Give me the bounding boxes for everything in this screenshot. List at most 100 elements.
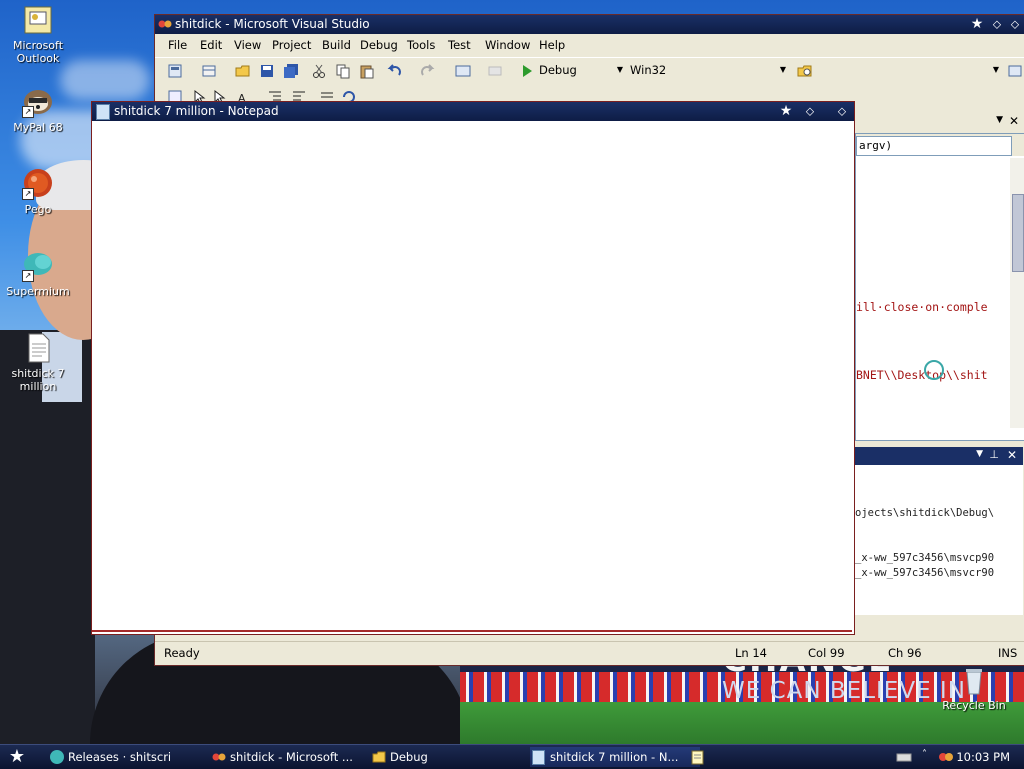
desktop-icon-supermium[interactable]: ↗ Supermium (0, 250, 76, 298)
notepad-window[interactable]: shitdick 7 million - Notepad ★ ⬦ ⬦ (91, 101, 855, 635)
save-all-icon[interactable] (283, 63, 299, 79)
desktop-icon-outlook[interactable]: Microsoft Outlook (0, 4, 76, 65)
pin-icon[interactable]: ⊥ (989, 448, 999, 461)
system-tray: ˄ 10:03 PM (884, 745, 1024, 769)
desktop-icon-label: shitdick 7 million (11, 367, 65, 393)
editor-vertical-scrollbar[interactable] (1010, 158, 1024, 428)
shortcut-arrow-icon: ↗ (22, 270, 34, 282)
find-icon[interactable] (487, 63, 503, 79)
folder-icon (372, 751, 386, 763)
paste-icon[interactable] (359, 63, 375, 79)
outlook-icon (22, 4, 54, 36)
restore-icon[interactable]: ⬦ (989, 17, 1005, 32)
toolbar-overflow-icon[interactable] (1007, 63, 1023, 79)
quick-launch-notepad-icon[interactable] (690, 749, 706, 765)
keyboard-icon[interactable] (896, 751, 912, 763)
notepad-title-bar[interactable]: shitdick 7 million - Notepad ★ ⬦ ⬦ (92, 102, 854, 121)
chevron-up-icon[interactable]: ˄ (922, 749, 927, 760)
save-icon[interactable] (259, 63, 275, 79)
star-icon[interactable]: ★ (969, 17, 985, 32)
solution-config-value: Debug (539, 63, 577, 77)
menu-test[interactable]: Test (448, 38, 471, 52)
output-line: _x-ww_597c3456\msvcr90 (855, 567, 995, 579)
visual-studio-icon (212, 753, 226, 761)
taskbar-item-debug-folder[interactable]: Debug (370, 747, 540, 767)
status-column: Col 99 (808, 646, 845, 660)
close-icon[interactable]: ⬦ (1007, 17, 1023, 32)
menu-debug[interactable]: Debug (360, 38, 398, 52)
member-navigation-bar: argv) (856, 134, 1024, 156)
menu-edit[interactable]: Edit (200, 38, 222, 52)
taskbar-item-visual-studio[interactable]: shitdick - Microsoft ... (210, 747, 380, 767)
notepad-text-area[interactable] (92, 121, 852, 632)
menu-tools[interactable]: Tools (407, 38, 435, 52)
chevron-down-icon[interactable]: ▼ (996, 115, 1003, 125)
copy-icon[interactable] (335, 63, 351, 79)
open-folder-icon[interactable] (235, 63, 251, 79)
menu-window[interactable]: Window (485, 38, 530, 52)
desktop-icon-recycle-bin[interactable]: Recycle Bin (936, 664, 1012, 712)
chevron-down-icon: ▼ (616, 65, 623, 74)
member-dropdown[interactable]: argv) (856, 136, 1012, 156)
find-combo[interactable]: ▼ (815, 61, 1001, 79)
code-line[interactable]: BNET\\Desktop\\shit (856, 368, 988, 382)
status-insert-mode: INS (998, 646, 1018, 660)
chevron-down-icon[interactable]: ▼ (976, 449, 983, 459)
red-ball-icon: ↗ (22, 168, 54, 200)
star-icon[interactable]: ★ (778, 104, 794, 119)
chevron-down-icon: ▼ (992, 65, 999, 74)
visual-studio-tray-icon[interactable] (938, 750, 954, 764)
platform-select[interactable]: Win32 ▼ (626, 61, 788, 79)
start-button[interactable]: ★ (4, 747, 30, 767)
desktop-icon-pego[interactable]: ↗ Pego (0, 168, 76, 216)
restore-icon[interactable]: ⬦ (802, 104, 818, 119)
close-icon[interactable]: ✕ (1009, 114, 1019, 128)
desktop-icon-label: Recycle Bin (942, 699, 1006, 712)
visual-studio-icon (158, 20, 172, 28)
menu-view[interactable]: View (234, 38, 261, 52)
menu-build[interactable]: Build (322, 38, 351, 52)
desktop-icon-label: Microsoft Outlook (12, 39, 64, 65)
desktop-icon-mypal[interactable]: ↗ MyPal 68 (0, 86, 76, 134)
browser-icon (50, 750, 64, 764)
taskbar-item-notepad[interactable]: shitdick 7 million - N... (530, 747, 700, 767)
status-char: Ch 96 (888, 646, 922, 660)
vs-title-text: shitdick - Microsoft Visual Studio (175, 17, 370, 31)
solution-config-select[interactable]: Debug ▼ (535, 61, 625, 79)
cut-icon[interactable] (311, 63, 327, 79)
add-item-icon[interactable] (201, 63, 217, 79)
output-pane[interactable]: ojects\shitdick\Debug\ _x-ww_597c3456\ms… (855, 465, 1023, 615)
menu-file[interactable]: File (168, 38, 187, 52)
navigate-icon[interactable] (455, 63, 471, 79)
code-line[interactable]: ill·close·on·comple (856, 300, 988, 314)
clock[interactable]: 10:03 PM (956, 750, 1010, 764)
document-tab-strip: ▼ ✕ (855, 111, 1023, 133)
shortcut-arrow-icon: ↗ (22, 188, 34, 200)
scrollbar-thumb[interactable] (1012, 194, 1024, 272)
platform-value: Win32 (630, 63, 667, 77)
menu-project[interactable]: Project (272, 38, 311, 52)
output-pane-title-bar: ▼ ⊥ ✕ (855, 447, 1023, 465)
shortcut-arrow-icon: ↗ (22, 106, 34, 118)
desktop-icon-text-file[interactable]: shitdick 7 million (0, 332, 76, 393)
redo-icon[interactable] (419, 63, 435, 79)
new-project-icon[interactable] (167, 63, 183, 79)
desktop-icon-label: MyPal 68 (13, 121, 63, 134)
desktop-icon-label: Pego (24, 203, 52, 216)
code-editor[interactable]: argv) ill·close·on·comple BNET\\Desktop\… (855, 133, 1024, 441)
close-icon[interactable]: ⬦ (834, 104, 850, 119)
desktop-icon-label: Supermium (6, 285, 70, 298)
chevron-down-icon: ▼ (779, 65, 786, 74)
status-line: Ln 14 (735, 646, 767, 660)
task-label: Releases · shitscri (68, 750, 172, 764)
taskbar-item-browser[interactable]: Releases · shitscri (48, 747, 218, 767)
output-line: _x-ww_597c3456\msvcp90 (855, 552, 995, 564)
start-debugging-icon[interactable] (519, 63, 535, 79)
undo-icon[interactable] (387, 63, 403, 79)
close-icon[interactable]: ✕ (1007, 448, 1017, 462)
find-in-files-icon[interactable] (797, 63, 813, 79)
recycle-bin-icon (958, 664, 990, 696)
notepad-icon (532, 750, 545, 765)
menu-help[interactable]: Help (539, 38, 565, 52)
vs-title-bar[interactable]: shitdick - Microsoft Visual Studio ★ ⬦ ⬦ (155, 15, 1024, 34)
